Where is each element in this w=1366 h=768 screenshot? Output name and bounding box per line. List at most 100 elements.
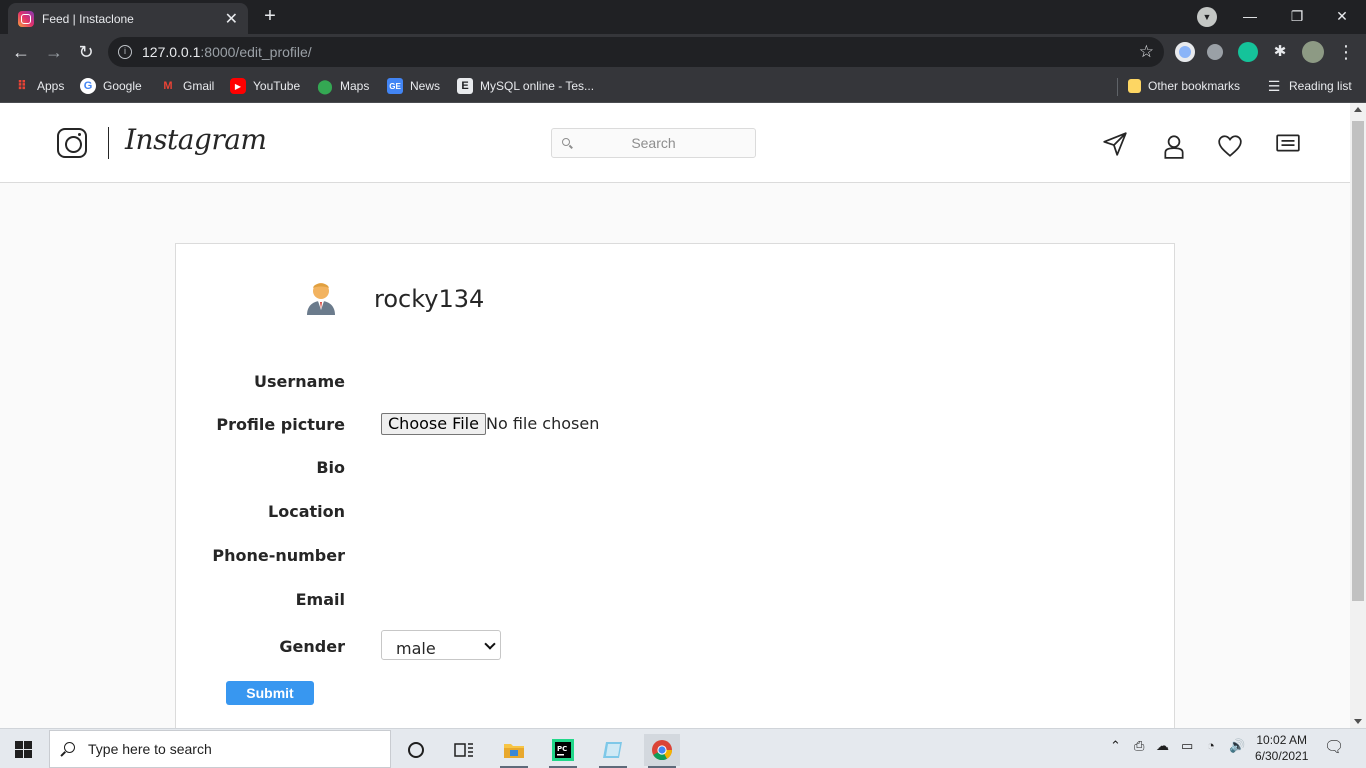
scroll-up-icon[interactable] bbox=[1354, 107, 1362, 112]
bookmark-label: MySQL online - Tes... bbox=[480, 79, 595, 93]
address-bar[interactable]: i 127.0.0.1:8000/edit_profile/ ☆ bbox=[108, 37, 1164, 67]
file-explorer-icon[interactable] bbox=[496, 734, 532, 768]
minimize-icon[interactable]: — bbox=[1230, 4, 1270, 28]
news-icon: GE bbox=[387, 78, 403, 94]
youtube-icon: ▶ bbox=[230, 78, 246, 94]
volume-icon[interactable]: 🔊 bbox=[1229, 738, 1245, 754]
send-icon[interactable] bbox=[1102, 131, 1128, 157]
reading-list-label: Reading list bbox=[1289, 79, 1352, 93]
windows-taskbar: Type here to search PC ⌃ ⎙ ☁ ▭ ◔ 🔊 10:02… bbox=[0, 728, 1366, 768]
gender-select[interactable]: male bbox=[381, 630, 501, 660]
man-emoji-icon bbox=[304, 280, 338, 316]
bookmark-maps[interactable]: ⬤ Maps bbox=[317, 76, 369, 96]
clock-time: 10:02 AM bbox=[1256, 733, 1308, 747]
taskbar-search-input[interactable]: Type here to search bbox=[49, 730, 391, 768]
chevron-down-icon bbox=[484, 638, 496, 650]
show-hidden-icons-icon[interactable]: ⌃ bbox=[1110, 738, 1121, 754]
gender-label: Gender bbox=[279, 637, 345, 656]
gender-selected-value: male bbox=[396, 639, 436, 658]
task-view-icon[interactable] bbox=[446, 734, 482, 766]
folder-icon bbox=[1128, 79, 1141, 93]
url-host: 127.0.0.1 bbox=[142, 44, 201, 60]
bookmark-label: News bbox=[410, 79, 441, 93]
bookmark-label: YouTube bbox=[253, 79, 301, 93]
instagram-wordmark[interactable]: Instagram bbox=[125, 123, 267, 156]
profile-icon[interactable] bbox=[1161, 133, 1187, 159]
more-menu-icon[interactable]: ⋮ bbox=[1334, 40, 1358, 64]
bookmark-gmail[interactable]: M Gmail bbox=[160, 76, 214, 96]
cortana-icon[interactable] bbox=[398, 734, 434, 766]
profile-username: rocky134 bbox=[374, 285, 485, 313]
bookmark-apps[interactable]: ⠿ Apps bbox=[14, 76, 64, 96]
menu-icon[interactable] bbox=[1275, 130, 1301, 156]
scroll-down-icon[interactable] bbox=[1354, 719, 1362, 724]
scrollbar-thumb[interactable] bbox=[1352, 121, 1364, 601]
notepad-icon[interactable] bbox=[595, 734, 631, 768]
search-placeholder: Search bbox=[631, 135, 676, 151]
grammarly-icon[interactable] bbox=[1238, 42, 1258, 62]
meet-now-icon[interactable]: ⎙ bbox=[1134, 738, 1144, 754]
extension-icon[interactable] bbox=[1175, 42, 1195, 62]
bookmarks-divider bbox=[1117, 78, 1118, 96]
edit-profile-card: rocky134 Username Profile picture Choose… bbox=[175, 243, 1175, 728]
tab-search-icon[interactable]: ▼ bbox=[1197, 7, 1217, 27]
onedrive-icon[interactable]: ☁ bbox=[1156, 738, 1169, 754]
choose-file-button[interactable]: Choose File bbox=[381, 413, 486, 435]
page-viewport: Instagram Search rocky134 Username Profi… bbox=[0, 103, 1350, 728]
url-path: :8000/edit_profile/ bbox=[200, 44, 312, 60]
bookmark-label: Apps bbox=[37, 79, 65, 93]
forward-icon[interactable]: → bbox=[42, 40, 66, 64]
avatar[interactable] bbox=[1302, 41, 1324, 63]
e-icon: E bbox=[457, 78, 473, 94]
reading-list[interactable]: ☰ Reading list bbox=[1266, 76, 1352, 96]
logo-divider bbox=[108, 127, 109, 159]
phone-number-label: Phone-number bbox=[212, 546, 345, 565]
taskbar-search-placeholder: Type here to search bbox=[88, 741, 212, 757]
wifi-icon[interactable]: ◔ bbox=[1207, 738, 1215, 753]
reading-list-icon: ☰ bbox=[1267, 77, 1281, 94]
bookmark-google[interactable]: G Google bbox=[80, 76, 142, 96]
bookmark-label: Google bbox=[103, 79, 142, 93]
back-icon[interactable]: ← bbox=[9, 40, 33, 64]
system-clock[interactable]: 10:02 AM 6/30/2021 bbox=[1255, 732, 1308, 764]
instagram-logo-icon[interactable] bbox=[57, 128, 87, 158]
svg-text:PC: PC bbox=[557, 745, 567, 753]
gmail-icon: M bbox=[163, 80, 173, 92]
search-input[interactable]: Search bbox=[551, 128, 756, 158]
bookmark-youtube[interactable]: ▶ YouTube bbox=[230, 76, 300, 96]
search-icon bbox=[562, 138, 570, 146]
instagram-favicon-icon bbox=[18, 10, 34, 27]
file-status: No file chosen bbox=[486, 414, 600, 433]
other-bookmarks[interactable]: Other bookmarks bbox=[1128, 76, 1240, 96]
restore-icon[interactable]: ❐ bbox=[1277, 4, 1317, 28]
bookmark-news[interactable]: GE News bbox=[387, 76, 440, 96]
browser-toolbar: ← → ↻ i 127.0.0.1:8000/edit_profile/ ☆ ✱… bbox=[0, 34, 1366, 70]
extensions-puzzle-icon[interactable]: ✱ bbox=[1270, 42, 1290, 62]
close-tab-icon[interactable]: ✕ bbox=[225, 9, 238, 29]
browser-tab-strip: Feed | Instaclone ✕ + ▼ — ❐ ✕ bbox=[0, 0, 1366, 34]
windows-start-icon[interactable] bbox=[15, 741, 32, 758]
username-label: Username bbox=[254, 372, 345, 391]
email-label: Email bbox=[295, 590, 345, 609]
submit-button[interactable]: Submit bbox=[226, 681, 314, 705]
google-icon: G bbox=[80, 78, 96, 94]
reload-icon[interactable]: ↻ bbox=[74, 40, 98, 64]
site-info-icon[interactable]: i bbox=[118, 45, 132, 59]
new-tab-button[interactable]: + bbox=[258, 5, 282, 29]
bookmark-star-icon[interactable]: ☆ bbox=[1139, 37, 1154, 67]
search-icon bbox=[64, 742, 75, 753]
maps-icon: ⬤ bbox=[317, 77, 333, 94]
pycharm-icon[interactable]: PC bbox=[545, 734, 581, 768]
extension-icon[interactable] bbox=[1207, 44, 1223, 60]
heart-icon[interactable] bbox=[1217, 133, 1243, 159]
browser-tab[interactable]: Feed | Instaclone ✕ bbox=[8, 3, 248, 34]
notifications-icon[interactable]: 🗨 bbox=[1324, 737, 1344, 757]
page-scrollbar[interactable] bbox=[1350, 103, 1366, 728]
bookmark-mysql[interactable]: E MySQL online - Tes... bbox=[457, 76, 594, 96]
profile-picture-label: Profile picture bbox=[216, 415, 345, 434]
bio-label: Bio bbox=[316, 458, 345, 477]
chrome-icon[interactable] bbox=[644, 734, 680, 768]
battery-icon[interactable]: ▭ bbox=[1181, 738, 1193, 754]
location-label: Location bbox=[268, 502, 345, 521]
close-window-icon[interactable]: ✕ bbox=[1322, 4, 1362, 28]
